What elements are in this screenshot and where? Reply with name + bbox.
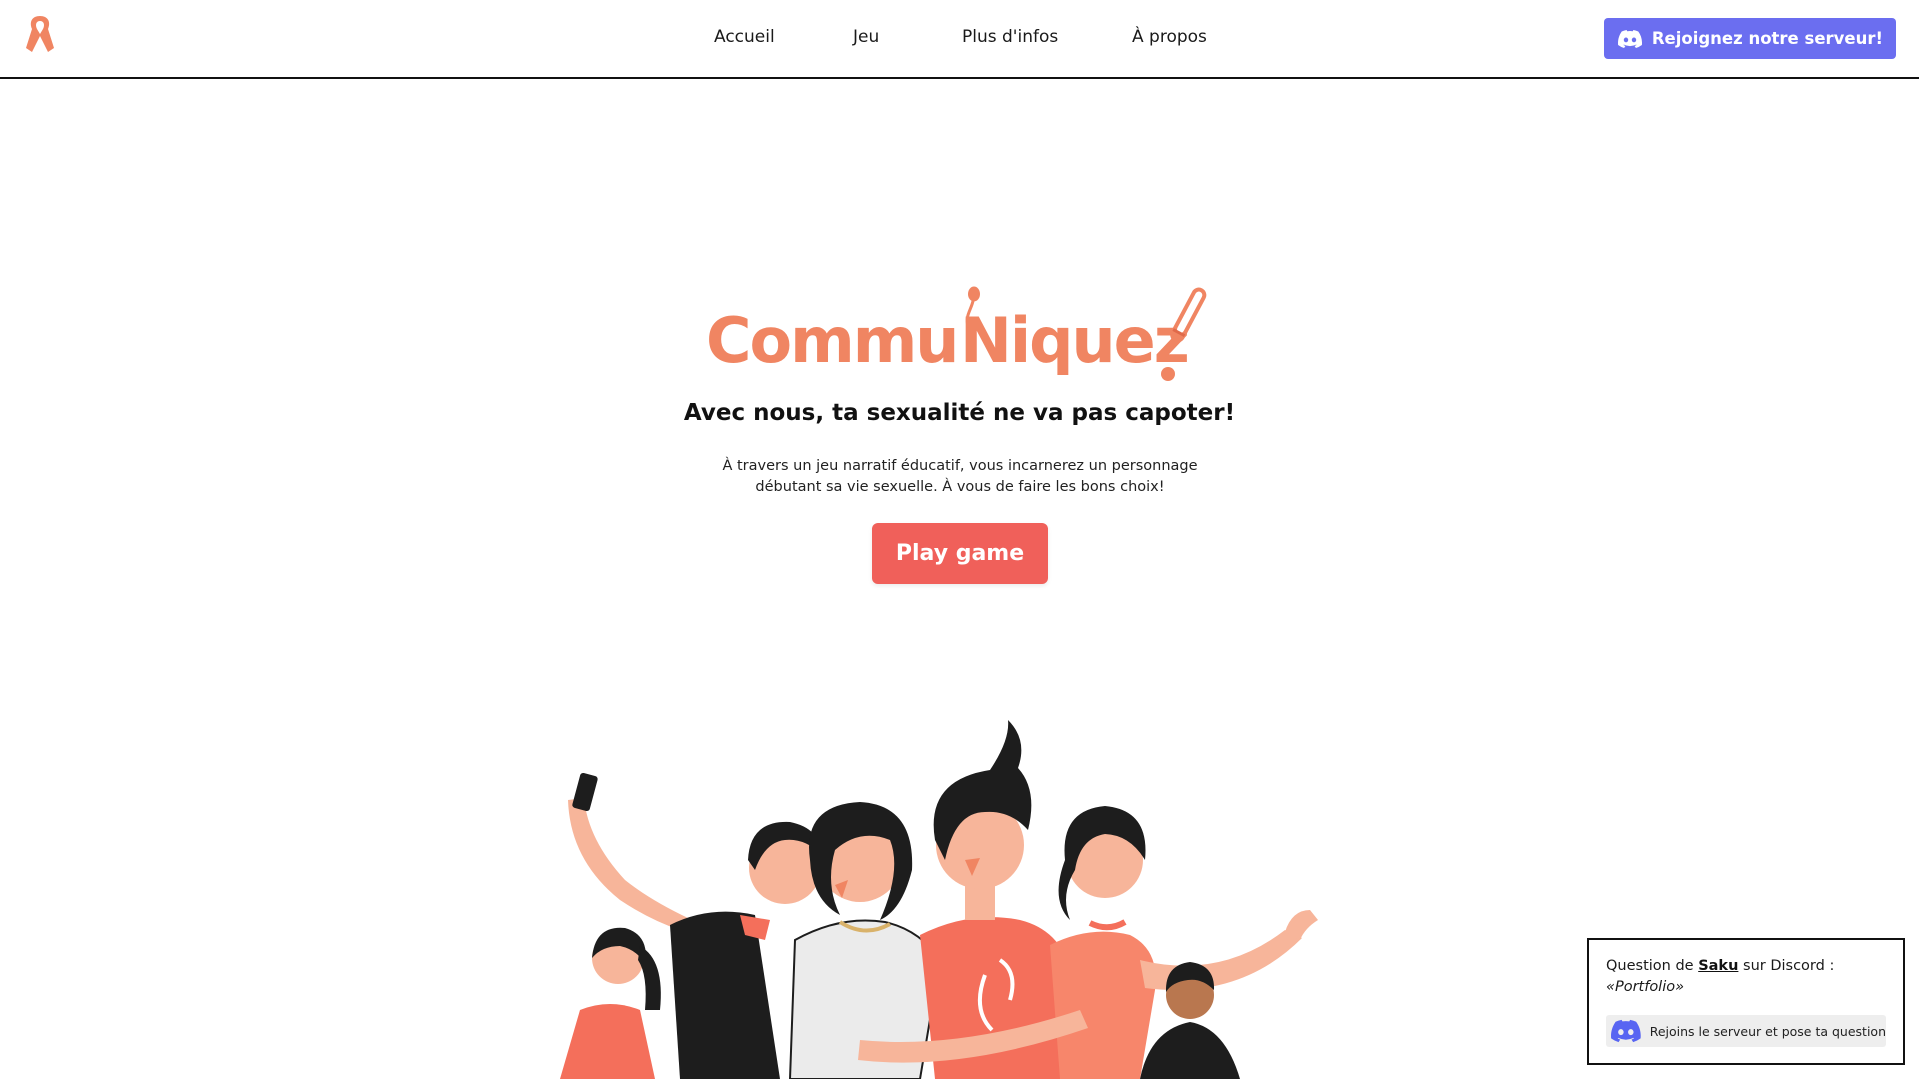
join-and-ask-button[interactable]: Rejoins le serveur et pose ta question [1606,1015,1886,1047]
question-prefix: Question de [1606,958,1699,974]
join-discord-label: Rejoignez notre serveur! [1651,29,1883,48]
nav-accueil[interactable]: Accueil [714,27,775,47]
question-topic: «Portfolio» [1606,979,1685,995]
logo-text-niquez: Niquez [960,304,1188,377]
group-of-friends-illustration [560,720,1318,1079]
figure-white-shirt [788,802,942,1079]
page: Accueil Jeu Plus d'infos À propos Rejoig… [0,0,1919,1079]
play-game-button[interactable]: Play game [872,523,1048,584]
hero-tagline: Avec nous, ta sexualité ne va pas capote… [683,400,1236,426]
site-header: Accueil Jeu Plus d'infos À propos Rejoig… [0,0,1919,79]
figure-small-girl [560,927,661,1079]
nav-plus-infos[interactable]: Plus d'infos [962,27,1058,47]
hero-description: À travers un jeu narratif éducatif, vous… [722,458,1198,495]
logo-text-commu: Commu [706,304,957,377]
communiquez-logo: Commu Niquez [706,286,1207,381]
figure-salmon-shirt [1050,806,1156,1079]
nav-a-propos[interactable]: À propos [1132,27,1207,47]
nav-jeu[interactable]: Jeu [853,27,879,47]
sperm-head-shape [968,286,980,302]
question-line: Question de Saku sur Discord : [1606,956,1887,977]
join-and-ask-label: Rejoins le serveur et pose ta question [1649,1023,1886,1039]
discord-icon [1611,1019,1641,1043]
discord-icon [1617,29,1642,48]
question-user-link[interactable]: Saku [1698,958,1738,974]
join-discord-button[interactable]: Rejoignez notre serveur! [1603,18,1896,59]
discord-question-card: Question de Saku sur Discord : «Portfoli… [1587,938,1905,1065]
question-suffix: sur Discord : [1738,958,1835,974]
